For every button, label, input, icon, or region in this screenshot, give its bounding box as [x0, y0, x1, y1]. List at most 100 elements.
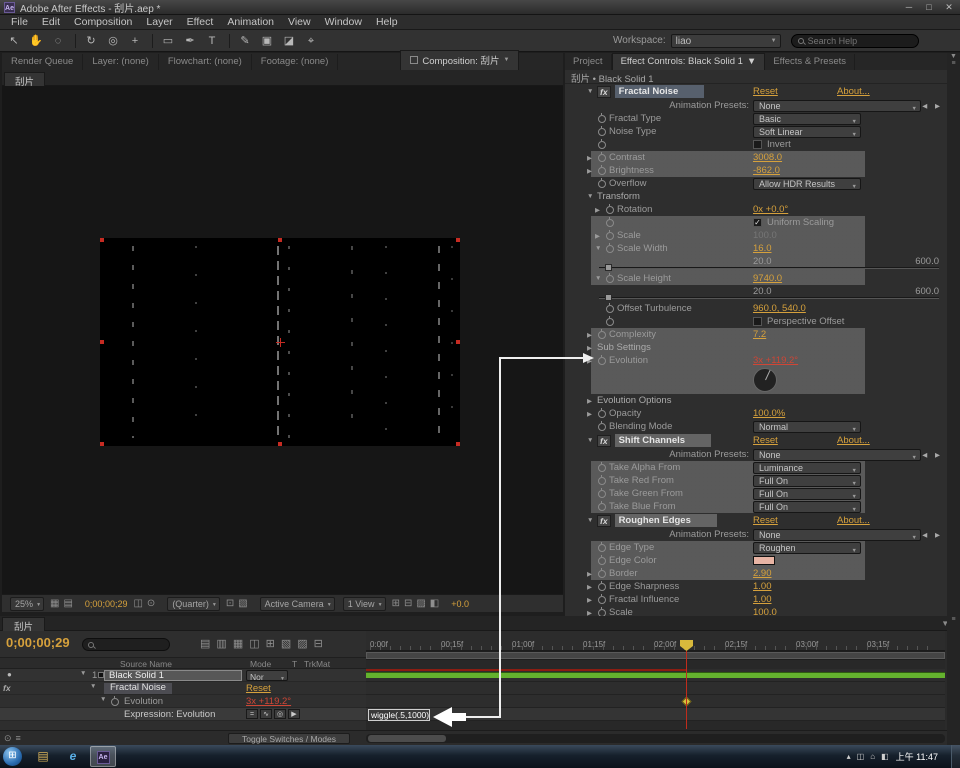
- transform-handle[interactable]: [456, 238, 460, 242]
- timeline-bottom-icon[interactable]: ⊙: [4, 733, 16, 743]
- expression-icon[interactable]: =: [246, 709, 258, 719]
- timeline-icon[interactable]: ▨: [297, 637, 307, 650]
- slider-track[interactable]: [599, 297, 939, 299]
- expression-icon[interactable]: ∿: [260, 709, 272, 719]
- clone-stamp-tool[interactable]: ▣: [257, 33, 277, 49]
- transform-handle[interactable]: [456, 442, 460, 446]
- twirl-icon[interactable]: ▶: [595, 206, 605, 214]
- safe-areas-icon[interactable]: ▦▤: [50, 598, 77, 609]
- preset-prev-next-icons[interactable]: ◀ ▶: [922, 102, 943, 110]
- anchor-point-crosshair[interactable]: [276, 338, 285, 347]
- transform-handle[interactable]: [456, 340, 460, 344]
- rotate-tool[interactable]: ↻: [81, 33, 101, 49]
- checkbox[interactable]: ✓: [753, 218, 762, 227]
- viewer-icon[interactable]: ▧: [238, 598, 247, 609]
- twirl-icon[interactable]: ▶: [587, 609, 597, 617]
- twirl-icon[interactable]: ▼: [100, 696, 106, 703]
- evolution-dial[interactable]: [753, 368, 777, 392]
- menu-window[interactable]: Window: [318, 16, 369, 28]
- close-button[interactable]: ✕: [942, 2, 956, 13]
- property-row[interactable]: ▼ Evolution 3x +119.2°: [0, 695, 366, 708]
- resolution-dropdown[interactable]: (Quarter)▼: [167, 597, 220, 611]
- panel-menu-strip[interactable]: ▼≡: [947, 53, 960, 616]
- dropdown-take-blue-from[interactable]: Full On▼: [753, 501, 861, 513]
- expression-row[interactable]: Expression: Evolution =∿◎▶: [0, 708, 366, 721]
- tab-composition[interactable]: Composition: 刮片▼: [400, 50, 519, 70]
- view-layout-dropdown[interactable]: 1 View▼: [343, 597, 386, 611]
- left-tab-render-queue[interactable]: Render Queue: [2, 54, 83, 70]
- timeline-track-area[interactable]: 0:00f00:15f01:00f01:15f02:00f02:15f03:00…: [366, 631, 945, 730]
- puppet-pin-tool[interactable]: ⌖: [301, 33, 321, 49]
- dropdown-take-red-from[interactable]: Full On▼: [753, 475, 861, 487]
- timeline-icon[interactable]: ▧: [281, 637, 291, 650]
- zoom-tool[interactable]: ◌: [48, 33, 68, 49]
- timeline-icon[interactable]: ◫: [249, 637, 259, 650]
- left-tab-flowchart-none[interactable]: Flowchart: (none): [159, 54, 252, 70]
- twirl-icon[interactable]: ▶: [587, 410, 597, 418]
- dropdown-fractal-type[interactable]: Basic▼: [753, 113, 861, 125]
- twirl-icon[interactable]: ▼: [595, 245, 605, 252]
- tray-icon[interactable]: ◫: [857, 752, 865, 761]
- effect-track[interactable]: [366, 682, 945, 695]
- menu-effect[interactable]: Effect: [180, 16, 221, 28]
- viewer-icon[interactable]: ⊙: [147, 598, 155, 609]
- effect-name[interactable]: Fractal Noise: [104, 683, 172, 694]
- dropdown-overflow[interactable]: Allow HDR Results▼: [753, 178, 861, 190]
- twirl-icon[interactable]: ▼: [80, 670, 86, 677]
- camera-dropdown[interactable]: Active Camera▼: [260, 597, 335, 611]
- dropdown-take-green-from[interactable]: Full On▼: [753, 488, 861, 500]
- twirl-icon[interactable]: ▼: [595, 275, 605, 282]
- timeline-bottom-icons[interactable]: ⊙≡: [4, 733, 25, 744]
- twirl-icon[interactable]: ▶: [587, 154, 597, 162]
- effect-reset-link[interactable]: Reset: [246, 683, 271, 694]
- param-value[interactable]: 960.0, 540.0: [753, 303, 806, 314]
- expression-buttons[interactable]: =∿◎▶: [246, 709, 300, 719]
- transform-handle[interactable]: [278, 238, 282, 242]
- param-value[interactable]: 2.90: [753, 568, 772, 579]
- param-value[interactable]: 3008.0: [753, 152, 782, 163]
- viewer-icon[interactable]: ◫: [133, 598, 142, 609]
- slider-thumb[interactable]: [605, 294, 612, 301]
- viewer-icon[interactable]: ◧: [430, 598, 439, 609]
- zoom-dropdown[interactable]: 25%▼: [10, 597, 44, 611]
- timeline-icon[interactable]: ▥: [216, 637, 226, 650]
- twirl-icon[interactable]: ▼: [587, 193, 597, 200]
- timeline-bottom-icon[interactable]: ≡: [16, 733, 25, 743]
- dropdown-take-alpha-from[interactable]: Luminance▼: [753, 462, 861, 474]
- search-input[interactable]: [808, 36, 908, 46]
- dropdown-noise-type[interactable]: Soft Linear▼: [753, 126, 861, 138]
- time-ruler[interactable]: 0:00f00:15f01:00f01:15f02:00f02:15f03:00…: [366, 631, 945, 651]
- param-value[interactable]: 0x +0.0°: [753, 204, 788, 215]
- pen-tool[interactable]: ✒: [180, 33, 200, 49]
- presets-dropdown[interactable]: None▼: [753, 100, 921, 112]
- horizontal-scrollbar[interactable]: [366, 734, 945, 743]
- expression-track[interactable]: [366, 708, 945, 721]
- param-value[interactable]: 100.0: [753, 607, 777, 616]
- eraser-tool[interactable]: ◪: [279, 33, 299, 49]
- about-link[interactable]: About...: [837, 86, 870, 97]
- slider-track[interactable]: [599, 267, 939, 269]
- tray-icon[interactable]: ◧: [881, 752, 889, 761]
- help-search[interactable]: [791, 34, 919, 48]
- expression-icon[interactable]: ◎: [274, 709, 286, 719]
- layer-name[interactable]: Black Solid 1: [104, 670, 242, 681]
- transform-handle[interactable]: [100, 340, 104, 344]
- maximize-button[interactable]: □: [922, 2, 936, 13]
- reset-link[interactable]: Reset: [753, 515, 778, 526]
- left-tab-layer-none[interactable]: Layer: (none): [83, 54, 159, 70]
- work-area-bar[interactable]: [366, 651, 945, 660]
- toggle-switches-button[interactable]: Toggle Switches / Modes: [228, 733, 350, 744]
- twirl-icon[interactable]: ▶: [587, 331, 597, 339]
- param-value[interactable]: 1.00: [753, 581, 772, 592]
- twirl-icon[interactable]: ▶: [587, 344, 597, 352]
- about-link[interactable]: About...: [837, 515, 870, 526]
- expression-field[interactable]: wiggle(.5,1000): [368, 709, 430, 721]
- effect-row[interactable]: fx ▼ Fractal Noise Reset: [0, 682, 366, 695]
- taskbar-after-effects[interactable]: Ae: [90, 746, 116, 767]
- timeline-tab[interactable]: 刮片: [2, 617, 45, 631]
- timeline-header-icons[interactable]: ▤▥▦◫⊞▧▨⊟: [200, 637, 323, 650]
- reset-link[interactable]: Reset: [753, 435, 778, 446]
- timeline-icon[interactable]: ⊟: [314, 637, 323, 650]
- taskbar-explorer[interactable]: ▤: [30, 746, 56, 767]
- taskbar-ie[interactable]: e: [60, 746, 86, 767]
